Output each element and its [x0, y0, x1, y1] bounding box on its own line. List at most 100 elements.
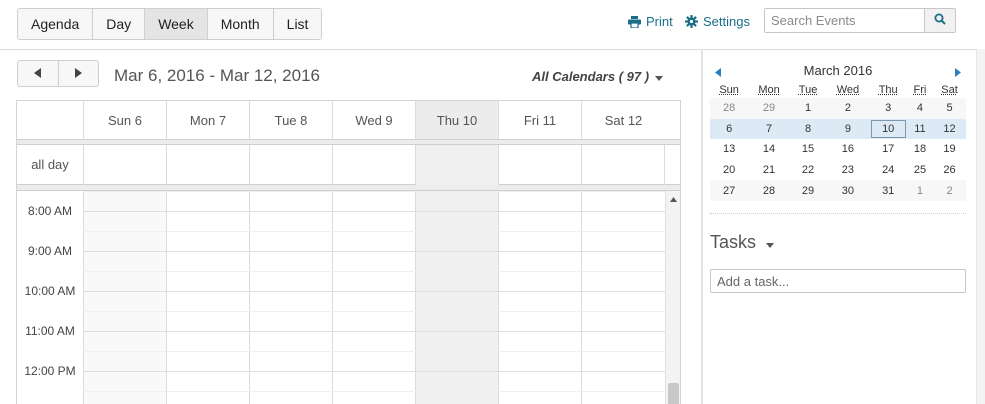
print-label: Print [646, 14, 673, 29]
weekday-header: Sat [941, 84, 958, 96]
day-column-mon[interactable] [166, 191, 249, 404]
tasks-header[interactable]: Tasks [710, 232, 775, 253]
all-day-cell-mon[interactable] [166, 145, 249, 185]
mini-day[interactable]: 12 [933, 118, 966, 140]
mini-day[interactable]: 29 [789, 180, 827, 201]
mini-day[interactable]: 26 [933, 160, 966, 181]
gear-icon [685, 15, 698, 28]
weekday-header: Fri [913, 84, 927, 96]
mini-day[interactable]: 9 [826, 118, 870, 140]
caret-left-icon [33, 66, 42, 81]
mini-day[interactable]: 23 [826, 160, 869, 181]
caret-down-icon [766, 232, 775, 253]
day-header-sat[interactable]: Sat 12 [581, 101, 665, 140]
mini-day[interactable]: 14 [748, 139, 790, 160]
mini-day[interactable]: 20 [710, 160, 748, 181]
day-column-sun[interactable] [83, 191, 166, 404]
print-link[interactable]: Print [628, 14, 673, 29]
mini-day-today[interactable]: 10 [869, 118, 907, 140]
half-hour-line [83, 351, 665, 352]
day-header-fri[interactable]: Fri 11 [498, 101, 581, 140]
all-day-cell-wed[interactable] [332, 145, 415, 185]
mini-week-row: 13 14 15 16 17 18 19 [710, 139, 966, 160]
scroll-up-arrow[interactable] [666, 193, 680, 205]
mini-day[interactable]: 22 [790, 160, 826, 181]
mini-day[interactable]: 3 [869, 98, 907, 119]
day-column-tue[interactable] [249, 191, 332, 404]
mini-day[interactable]: 27 [710, 180, 749, 201]
all-day-cell-thu[interactable] [415, 145, 498, 185]
mini-day[interactable]: 30 [826, 180, 870, 201]
day-header-sun[interactable]: Sun 6 [83, 101, 166, 140]
search-icon [934, 13, 946, 28]
half-hour-line [83, 231, 665, 232]
view-list-button[interactable]: List [273, 9, 322, 39]
day-header-thu[interactable]: Thu 10 [415, 101, 498, 140]
all-day-cell-sun[interactable] [83, 145, 166, 185]
mini-day[interactable]: 31 [869, 180, 907, 201]
mini-day[interactable]: 2 [826, 98, 870, 119]
weekday-header: Tue [798, 84, 818, 96]
mini-day[interactable]: 5 [933, 98, 966, 119]
mini-day[interactable]: 6 [710, 118, 749, 140]
mini-day[interactable]: 25 [907, 160, 933, 181]
next-week-button[interactable] [59, 61, 99, 86]
mini-day[interactable]: 21 [748, 160, 790, 181]
mini-day[interactable]: 1 [789, 98, 827, 119]
view-week-button[interactable]: Week [145, 9, 208, 39]
mini-day[interactable]: 7 [748, 118, 790, 140]
mini-calendar-title: March 2016 [803, 63, 873, 78]
all-calendars-dropdown[interactable]: All Calendars ( 97 ) [532, 69, 664, 84]
settings-link[interactable]: Settings [685, 14, 750, 29]
page-scrollbar[interactable] [976, 49, 985, 404]
mini-week-row-selected: 6 7 8 9 10 11 12 [710, 118, 966, 140]
mini-day[interactable]: 28 [710, 98, 749, 119]
all-day-cell-sat[interactable] [581, 145, 665, 185]
date-range-title: Mar 6, 2016 - Mar 12, 2016 [114, 66, 321, 85]
search-box [764, 8, 956, 33]
all-calendars-label: All Calendars ( 97 ) [532, 69, 650, 84]
day-column-sat[interactable] [581, 191, 665, 404]
day-header-wed[interactable]: Wed 9 [332, 101, 415, 140]
day-header-tue[interactable]: Tue 8 [249, 101, 332, 140]
mini-day[interactable]: 28 [748, 180, 790, 201]
mini-day[interactable]: 4 [906, 98, 934, 119]
mini-day[interactable]: 18 [907, 139, 933, 160]
hour-line [83, 331, 665, 332]
mini-day[interactable]: 24 [870, 160, 907, 181]
mini-day[interactable]: 8 [789, 118, 827, 140]
mini-day[interactable]: 13 [710, 139, 748, 160]
mini-day[interactable]: 1 [906, 180, 934, 201]
mini-day[interactable]: 15 [790, 139, 826, 160]
view-agenda-button[interactable]: Agenda [18, 9, 94, 39]
all-day-cell-fri[interactable] [498, 145, 581, 185]
mini-day[interactable]: 19 [933, 139, 966, 160]
mini-day[interactable]: 11 [906, 118, 934, 140]
day-column-thu[interactable] [415, 191, 498, 404]
day-header-mon[interactable]: Mon 7 [166, 101, 249, 140]
week-grid: Sun 6 Mon 7 Tue 8 Wed 9 Thu 10 Fri 11 Sa… [16, 100, 681, 404]
mini-day[interactable]: 16 [826, 139, 869, 160]
time-label-12pm: 12:00 PM [24, 364, 76, 378]
mini-day[interactable]: 17 [870, 139, 907, 160]
time-grid-scrollbar[interactable] [665, 191, 680, 404]
all-day-cell-tue[interactable] [249, 145, 332, 185]
mini-week-row: 27 28 29 30 31 1 2 [710, 180, 966, 201]
scroll-thumb[interactable] [668, 383, 679, 404]
view-day-button[interactable]: Day [93, 9, 146, 39]
mini-day[interactable]: 2 [933, 180, 966, 201]
mini-next-month-icon[interactable] [955, 65, 961, 80]
print-icon [628, 15, 641, 28]
search-input[interactable] [765, 9, 924, 32]
mini-day[interactable]: 29 [748, 98, 790, 119]
all-day-row: all day [17, 144, 680, 185]
hour-line [83, 211, 665, 212]
day-column-fri[interactable] [498, 191, 581, 404]
search-button[interactable] [924, 9, 955, 32]
day-column-wed[interactable] [332, 191, 415, 404]
add-task-input[interactable] [710, 269, 966, 293]
weekday-header: Sun [719, 84, 739, 96]
view-month-button[interactable]: Month [207, 9, 274, 39]
weekday-header: Mon [758, 84, 780, 96]
prev-week-button[interactable] [18, 61, 59, 86]
